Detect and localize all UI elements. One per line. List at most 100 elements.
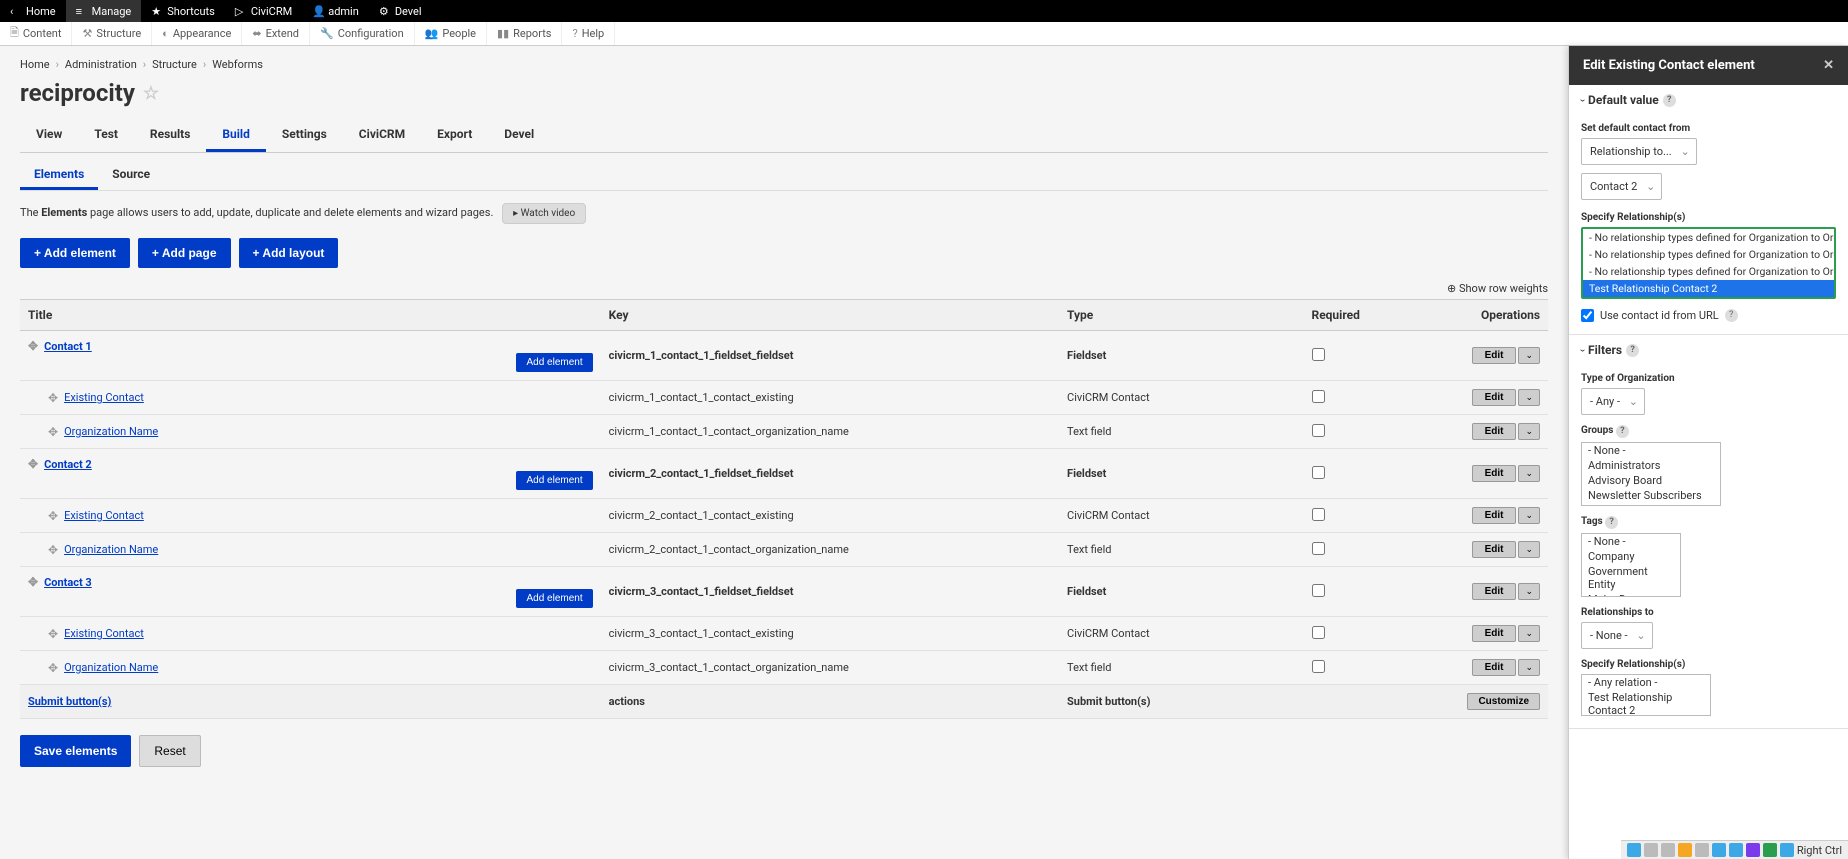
tray-icon[interactable] xyxy=(1678,843,1692,857)
drag-icon[interactable]: ✥ xyxy=(48,509,58,523)
admin-help[interactable]: ?Help xyxy=(562,22,615,45)
tab-test[interactable]: Test xyxy=(78,119,134,152)
required-checkbox[interactable] xyxy=(1312,542,1325,555)
tab-results[interactable]: Results xyxy=(134,119,206,152)
required-checkbox[interactable] xyxy=(1312,390,1325,403)
listbox-option[interactable]: Company xyxy=(1582,549,1680,564)
groups-listbox[interactable]: - None -AdministratorsAdvisory BoardNews… xyxy=(1581,442,1721,506)
element-link[interactable]: Existing Contact xyxy=(64,391,144,404)
drag-icon[interactable]: ✥ xyxy=(28,457,38,471)
tab-build[interactable]: Build xyxy=(206,119,266,152)
element-link[interactable]: Contact 3 xyxy=(44,576,92,589)
listbox-option[interactable]: Newsletter Subscribers xyxy=(1582,488,1720,503)
element-link[interactable]: Organization Name xyxy=(64,425,158,438)
listbox-option[interactable]: Major Donor xyxy=(1582,592,1680,597)
show-row-weights-link[interactable]: ⊕ Show row weights xyxy=(20,282,1548,295)
edit-button[interactable]: Edit xyxy=(1472,423,1517,440)
add-layout-button[interactable]: + Add layout xyxy=(239,238,339,268)
required-checkbox[interactable] xyxy=(1312,626,1325,639)
operations-dropdown[interactable]: ⌄ xyxy=(1518,659,1540,676)
default-value-summary[interactable]: › Default value ? xyxy=(1569,85,1848,115)
relationships-to-select[interactable]: - None - xyxy=(1581,622,1653,649)
tab-settings[interactable]: Settings xyxy=(266,119,343,152)
element-link[interactable]: Organization Name xyxy=(64,661,158,674)
add-page-button[interactable]: + Add page xyxy=(138,238,231,268)
topbar-admin[interactable]: 👤admin xyxy=(302,0,369,22)
help-icon[interactable]: ? xyxy=(1605,516,1618,529)
edit-button[interactable]: Edit xyxy=(1472,465,1517,482)
specify-relationships-listbox[interactable]: - No relationship types defined for Orga… xyxy=(1581,227,1836,299)
drag-icon[interactable]: ✥ xyxy=(48,661,58,675)
edit-button[interactable]: Edit xyxy=(1472,583,1517,600)
topbar-home[interactable]: ‹Home xyxy=(0,0,66,22)
admin-appearance[interactable]: ◐Appearance xyxy=(152,22,242,45)
topbar-civicrm[interactable]: ▷CiviCRM xyxy=(225,0,302,22)
admin-configuration[interactable]: 🔧Configuration xyxy=(310,22,415,45)
operations-dropdown[interactable]: ⌄ xyxy=(1518,507,1540,524)
filters-summary[interactable]: › Filters ? xyxy=(1569,335,1848,365)
edit-button[interactable]: Edit xyxy=(1472,659,1517,676)
operations-dropdown[interactable]: ⌄ xyxy=(1518,465,1540,482)
element-link[interactable]: Existing Contact xyxy=(64,509,144,522)
listbox-option[interactable]: Government Entity xyxy=(1582,564,1680,592)
operations-dropdown[interactable]: ⌄ xyxy=(1518,423,1540,440)
required-checkbox[interactable] xyxy=(1312,584,1325,597)
listbox-option[interactable]: - None - xyxy=(1582,534,1680,549)
tray-icon[interactable] xyxy=(1712,843,1726,857)
star-icon[interactable]: ☆ xyxy=(143,83,159,104)
help-icon[interactable]: ? xyxy=(1616,425,1629,438)
tray-icon[interactable] xyxy=(1729,843,1743,857)
listbox-option[interactable]: - Any relation - xyxy=(1582,675,1710,690)
tray-icon[interactable] xyxy=(1763,843,1777,857)
listbox-option[interactable]: - None - xyxy=(1582,443,1720,458)
topbar-devel[interactable]: ⚙Devel xyxy=(369,0,432,22)
element-link[interactable]: Existing Contact xyxy=(64,627,144,640)
tab-devel[interactable]: Devel xyxy=(488,119,550,152)
operations-dropdown[interactable]: ⌄ xyxy=(1518,541,1540,558)
edit-button[interactable]: Edit xyxy=(1472,389,1517,406)
close-icon[interactable]: ✕ xyxy=(1823,58,1834,73)
drag-icon[interactable]: ✥ xyxy=(48,543,58,557)
drag-icon[interactable]: ✥ xyxy=(48,391,58,405)
listbox-option[interactable]: Test Relationship Contact 2 xyxy=(1582,690,1710,716)
edit-button[interactable]: Edit xyxy=(1472,541,1517,558)
element-link[interactable]: Contact 1 xyxy=(44,340,92,353)
drag-icon[interactable]: ✥ xyxy=(48,627,58,641)
drag-icon[interactable]: ✥ xyxy=(28,575,38,589)
tags-listbox[interactable]: - None -CompanyGovernment EntityMajor Do… xyxy=(1581,533,1681,597)
help-icon[interactable]: ? xyxy=(1725,309,1738,322)
use-id-checkbox[interactable] xyxy=(1581,309,1594,322)
required-checkbox[interactable] xyxy=(1312,508,1325,521)
drag-icon[interactable]: ✥ xyxy=(48,425,58,439)
admin-reports[interactable]: ▮▮Reports xyxy=(487,22,562,45)
listbox-option[interactable]: Administrators xyxy=(1582,458,1720,473)
specify-rel2-listbox[interactable]: - Any relation -Test Relationship Contac… xyxy=(1581,674,1711,716)
add-element-button[interactable]: + Add element xyxy=(20,238,130,268)
add-element-inline-button[interactable]: Add element xyxy=(516,471,592,490)
subtab-source[interactable]: Source xyxy=(98,161,164,190)
operations-dropdown[interactable]: ⌄ xyxy=(1518,625,1540,642)
submit-link[interactable]: Submit button(s) xyxy=(28,695,111,708)
edit-button[interactable]: Edit xyxy=(1472,507,1517,524)
watch-video-button[interactable]: ▸ Watch video xyxy=(502,203,586,224)
required-checkbox[interactable] xyxy=(1312,348,1325,361)
element-link[interactable]: Contact 2 xyxy=(44,458,92,471)
operations-dropdown[interactable]: ⌄ xyxy=(1518,583,1540,600)
breadcrumb-link[interactable]: Webforms xyxy=(212,58,263,71)
breadcrumb-link[interactable]: Home xyxy=(20,58,50,71)
admin-extend[interactable]: ⬌Extend xyxy=(242,22,310,45)
listbox-option[interactable]: - No relationship types defined for Orga… xyxy=(1583,246,1834,263)
edit-button[interactable]: Edit xyxy=(1472,347,1517,364)
tray-icon[interactable] xyxy=(1780,843,1794,857)
customize-button[interactable]: Customize xyxy=(1467,693,1540,710)
help-icon[interactable]: ? xyxy=(1663,94,1676,107)
tray-icon[interactable] xyxy=(1746,843,1760,857)
save-elements-button[interactable]: Save elements xyxy=(20,735,131,767)
breadcrumb-link[interactable]: Administration xyxy=(65,58,137,71)
help-icon[interactable]: ? xyxy=(1626,344,1639,357)
required-checkbox[interactable] xyxy=(1312,466,1325,479)
listbox-option[interactable]: - No relationship types defined for Orga… xyxy=(1583,263,1834,280)
set-default-select[interactable]: Relationship to... xyxy=(1581,138,1697,165)
admin-structure[interactable]: ⚒Structure xyxy=(72,22,152,45)
drag-icon[interactable]: ✥ xyxy=(28,339,38,353)
